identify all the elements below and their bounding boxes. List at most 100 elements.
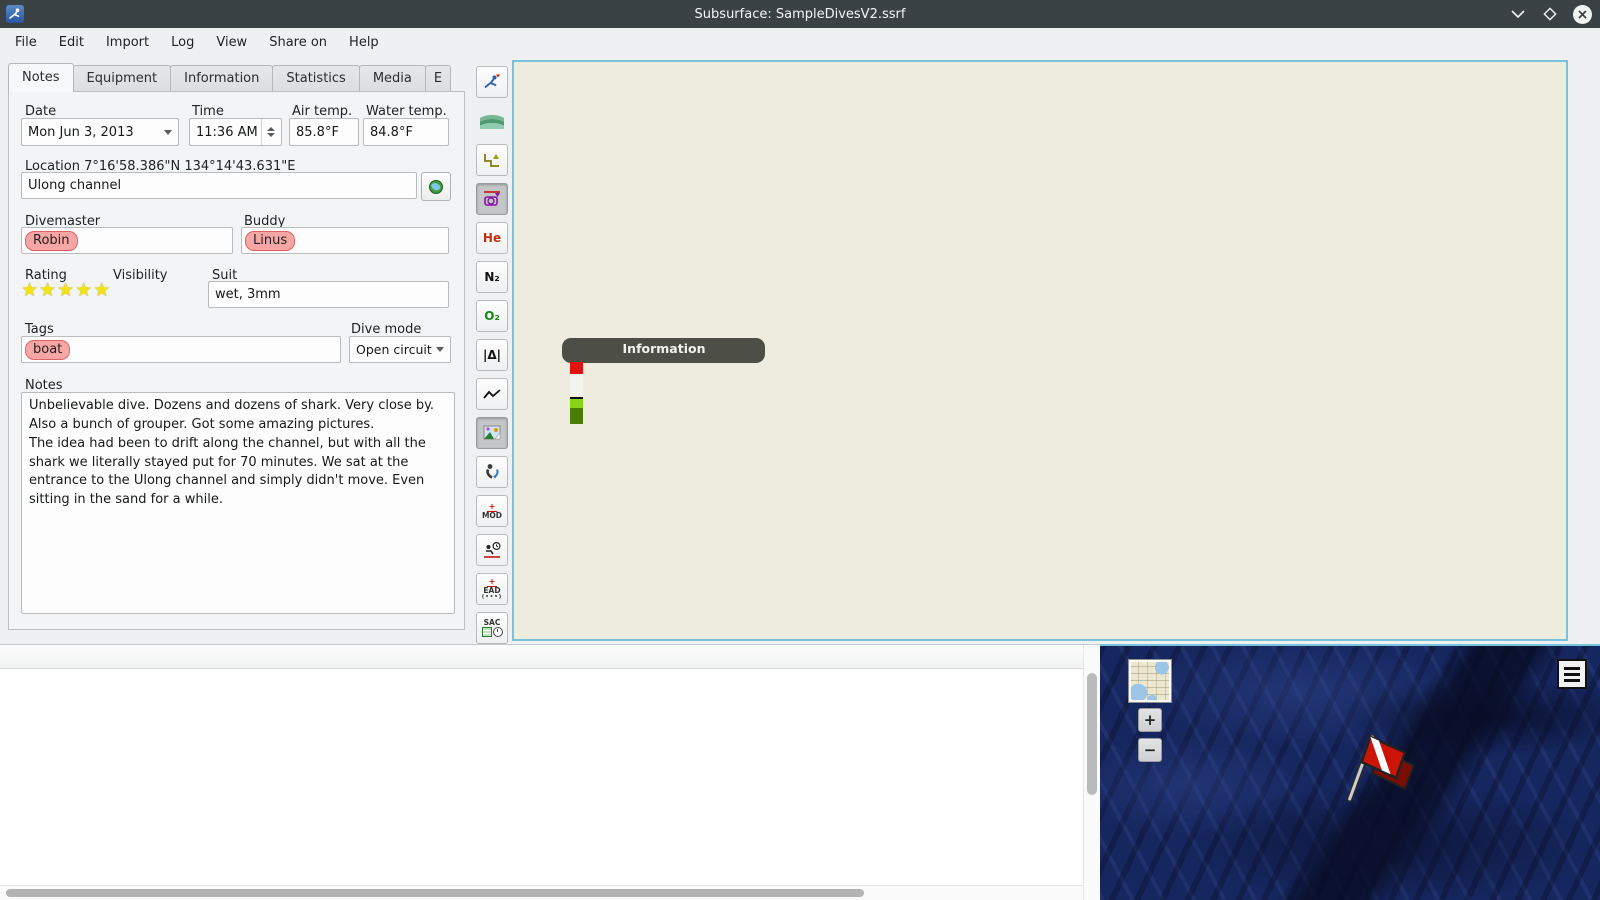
menu-import[interactable]: Import [95,32,160,53]
menu-help[interactable]: Help [338,32,390,53]
dive-profile-chart[interactable]: Information [512,60,1568,641]
profile-info-box: Information [562,338,765,424]
chevron-down-icon [436,347,444,352]
ead-dots-label: (•••) [481,593,503,600]
dive-list-vertical-scrollbar[interactable] [1083,645,1100,900]
ceiling-waves-icon[interactable] [476,105,508,137]
he-label: He [482,231,502,245]
minimize-button[interactable] [1509,5,1527,23]
mod-toggle[interactable]: + MOD [476,495,508,527]
notes-label: Notes [25,378,63,393]
tank-bar-toggle[interactable] [476,456,508,488]
chevron-down-icon [164,129,172,135]
dive-mode-toggle-icon[interactable] [476,66,508,98]
ead-toggle[interactable]: + EAD (•••) [476,573,508,605]
date-value: Mon Jun 3, 2013 [28,124,134,140]
tags-field[interactable]: boat [21,336,341,363]
profile-toolbar: He N₂ O₂ |Δ| + MOD + EAD (•••) SAC [470,62,514,662]
o2-graph-toggle[interactable]: O₂ [476,300,508,332]
scrollbar-handle[interactable] [1087,673,1097,795]
dc-ceiling-icon[interactable] [476,183,508,215]
dive-list [0,644,1100,900]
menu-log[interactable]: Log [160,32,205,53]
spinner-arrows-icon[interactable] [261,119,275,145]
map-zoom-out-button[interactable]: − [1138,738,1162,762]
o2-label: O₂ [484,309,500,323]
dive-mode-label: Dive mode [351,322,422,337]
tab-information[interactable]: Information [170,65,274,92]
tab-equipment[interactable]: Equipment [72,65,172,92]
ruler-toggle[interactable]: |Δ| [476,339,508,371]
water-temp-label: Water temp. [366,104,447,119]
info-box-title: Information [622,341,706,356]
hamburger-icon [1564,666,1580,670]
notes-tab-content: Date Mon Jun 3, 2013 Time 11:36 AM Air t… [8,91,465,630]
suit-field[interactable]: wet, 3mm [208,281,449,308]
dive-mode-value: Open circuit [356,342,432,357]
grid-icon [481,626,492,637]
location-value: Ulong channel [28,178,122,193]
sac-toggle[interactable]: SAC [476,612,508,644]
air-temp-label: Air temp. [292,104,353,119]
star-filled-icon[interactable]: ★ [93,279,111,301]
air-temp-value: 85.8°F [296,124,339,140]
menubar: File Edit Import Log View Share on Help [0,28,1600,57]
buddy-field[interactable]: Linus [241,227,449,254]
deco-ndl-toggle[interactable] [476,534,508,566]
star-filled-icon[interactable]: ★ [57,279,75,301]
dive-notes-panel: Notes Equipment Information Statistics Media… [8,63,465,630]
notes-textarea[interactable]: Unbelievable dive. Dozens and dozens of … [21,392,455,614]
clock-icon [492,626,503,637]
map-zoom-in-button[interactable]: + [1138,708,1162,732]
dive-list-rows [0,668,1084,886]
tab-media[interactable]: Media [358,65,426,92]
photos-toggle[interactable] [476,417,508,449]
info-box-mini-profile-icon [570,362,583,424]
time-spinbox[interactable]: 11:36 AM [189,118,282,146]
close-button[interactable] [1573,4,1592,24]
tag-boat[interactable]: boat [25,339,71,360]
star-filled-icon[interactable]: ★ [21,279,39,301]
maximize-button[interactable] [1541,5,1559,23]
star-filled-icon[interactable]: ★ [75,279,93,301]
menu-edit[interactable]: Edit [48,32,95,53]
menu-share-on[interactable]: Share on [258,32,338,53]
tab-notes[interactable]: Notes [8,63,74,92]
time-label: Time [192,104,224,119]
map-overview-thumbnail[interactable] [1128,659,1172,703]
map-globe-button[interactable] [421,172,451,201]
date-combobox[interactable]: Mon Jun 3, 2013 [21,118,179,146]
date-label: Date [25,104,57,119]
heart-rate-toggle[interactable] [476,378,508,410]
n2-graph-toggle[interactable]: N₂ [476,261,508,293]
globe-icon [429,179,443,194]
he-graph-toggle[interactable]: He [476,222,508,254]
time-value: 11:36 AM [196,124,258,140]
dive-list-header [0,645,1100,669]
air-temp-field[interactable]: 85.8°F [289,118,359,146]
tabbar: Notes Equipment Information Statistics Media… [8,63,465,92]
menu-file[interactable]: File [4,32,48,53]
window-title: Subsurface: SampleDivesV2.ssrf [694,6,906,22]
tab-e[interactable]: E [424,65,451,92]
divemaster-tag[interactable]: Robin [25,230,78,251]
calculated-ceiling-icon[interactable] [476,144,508,176]
location-field[interactable]: Ulong channel [21,172,417,199]
dive-list-horizontal-scrollbar[interactable] [0,885,1084,900]
rating-stars[interactable]: ★★★★★ [21,280,111,300]
water-temp-field[interactable]: 84.8°F [363,118,449,146]
tab-statistics[interactable]: Statistics [272,65,360,92]
divemaster-field[interactable]: Robin [21,227,233,254]
mod-label: MOD [481,510,503,520]
ruler-label: |Δ| [482,348,502,362]
map-panel[interactable]: + − [1100,644,1600,900]
star-filled-icon[interactable]: ★ [39,279,57,301]
map-menu-button[interactable] [1557,659,1587,689]
scrollbar-handle[interactable] [6,889,864,897]
dive-site-flag-marker[interactable] [1335,724,1425,814]
n2-label: N₂ [484,270,500,284]
menu-view[interactable]: View [205,32,258,53]
buddy-tag[interactable]: Linus [245,230,296,251]
dive-mode-combobox[interactable]: Open circuit [349,336,451,363]
suit-value: wet, 3mm [215,287,281,302]
